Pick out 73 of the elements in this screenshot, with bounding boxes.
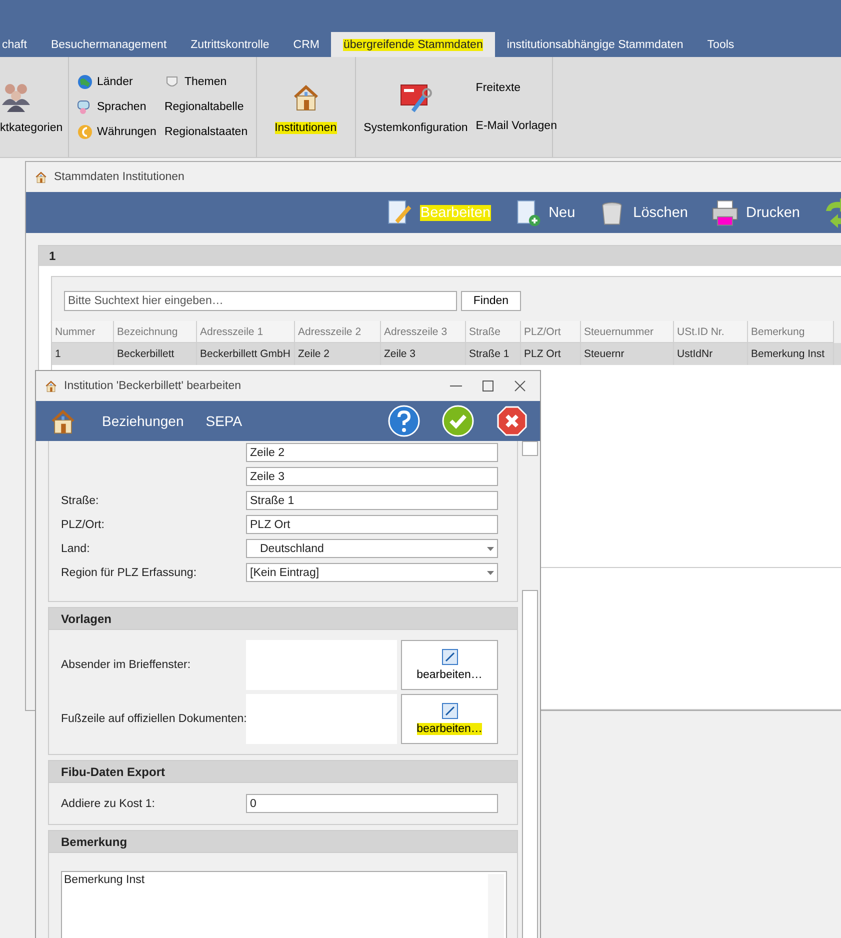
ribbon-tab[interactable]: Besuchermanagement — [38, 32, 179, 57]
panel-header: 1 — [39, 246, 841, 266]
help-icon[interactable] — [388, 405, 420, 437]
close-icon[interactable] — [514, 380, 526, 392]
ribbon-tab[interactable]: CRM — [281, 32, 332, 57]
ribbon-tab[interactable]: chaft — [0, 32, 39, 57]
pencil-icon — [442, 703, 458, 719]
edit-button[interactable]: bearbeiten… — [401, 640, 498, 690]
dropdown-arrow-icon[interactable] — [487, 546, 494, 550]
find-button[interactable]: Finden — [461, 291, 521, 311]
field-label: Straße: — [61, 494, 100, 506]
ribbon-button[interactable]: Regionaltabelle — [164, 96, 248, 118]
column-header[interactable]: Bezeichnung — [114, 321, 197, 343]
edit-button[interactable]: bearbeiten… — [401, 694, 498, 744]
ribbon-button[interactable]: Institutionen — [274, 80, 337, 134]
toolbar-button[interactable]: Neu — [512, 198, 576, 228]
ribbon-button[interactable]: Freitexte — [476, 77, 557, 99]
ribbon-button[interactable]: Themen — [164, 71, 248, 93]
column-header[interactable]: Steuernummer — [581, 321, 674, 343]
field-label: Land: — [61, 542, 91, 554]
field-label: Addiere zu Kost 1: — [61, 798, 156, 810]
coin-icon — [77, 124, 93, 140]
field-label: PLZ/Ort: — [61, 518, 106, 530]
column-header[interactable]: Nummer — [52, 321, 114, 343]
section-header: Bemerkung — [49, 831, 517, 853]
toolbar-button[interactable]: Löschen — [597, 198, 688, 228]
pencil-icon — [442, 649, 458, 665]
field-label: Fußzeile auf offiziellen Dokumenten: — [61, 713, 246, 725]
globe-icon — [77, 74, 93, 90]
column-header[interactable]: Bemerkung — [748, 321, 834, 343]
input-field[interactable]: Zeile 3 — [246, 467, 498, 486]
ribbon-tab[interactable]: institutionsabhängige Stammdaten — [494, 32, 696, 57]
section-header: Vorlagen — [49, 608, 517, 630]
dropdown-field[interactable]: [Kein Eintrag] — [246, 563, 498, 582]
dialog-title: Institution 'Beckerbillett' bearbeiten — [64, 380, 241, 392]
house-icon — [34, 170, 48, 184]
ribbon-button[interactable]: Sprachen — [77, 96, 156, 118]
dialog-tab[interactable]: SEPA — [206, 413, 242, 429]
ribbon-button[interactable]: ktkategorien — [0, 80, 63, 134]
section-header: Fibu-Daten Export — [49, 761, 517, 783]
text-area[interactable]: Bemerkung Inst — [61, 871, 507, 938]
ribbon-button[interactable]: Systemkonfiguration — [364, 80, 468, 134]
search-field[interactable]: Bitte Suchtext hier eingeben… — [64, 291, 457, 311]
input-field[interactable]: PLZ Ort — [246, 515, 498, 534]
ribbon-button[interactable]: Länder — [77, 71, 156, 93]
column-header[interactable]: Adresszeile 1 — [197, 321, 295, 343]
table-row[interactable]: 1 Beckerbillett Beckerbillett GmbH Zeile 2 Zeile 3 Straße 1 PLZ Ort Steuernr UstIdNr Bemerkung Inst — [52, 343, 841, 365]
column-header[interactable]: Straße — [466, 321, 521, 343]
column-header[interactable]: Adresszeile 2 — [295, 321, 381, 343]
ribbon-tab[interactable]: Zutrittskontrolle — [178, 32, 282, 57]
column-header[interactable]: Adresszeile 3 — [381, 321, 466, 343]
column-header[interactable]: PLZ/Ort — [521, 321, 581, 343]
scrollbar[interactable] — [522, 441, 538, 938]
column-header[interactable]: USt.ID Nr. — [674, 321, 748, 343]
ribbon-button[interactable]: Regionalstaaten — [164, 121, 248, 143]
printer-icon — [710, 198, 740, 228]
house-icon — [44, 379, 58, 393]
dropdown-arrow-icon[interactable] — [487, 570, 494, 574]
field-label: Absender im Brieffenster: — [61, 659, 192, 671]
dialog-tab[interactable]: Beziehungen — [102, 413, 184, 429]
input-field[interactable]: Straße 1 — [246, 491, 498, 510]
toolbar-button[interactable]: Drucken — [710, 198, 800, 228]
ribbon-tab[interactable]: Tools — [695, 32, 746, 57]
field-label: Region für PLZ Erfassung: — [61, 566, 198, 578]
ribbon-button[interactable]: Währungen — [77, 121, 156, 143]
dropdown-field[interactable]: Deutschland — [246, 539, 498, 558]
maximize-icon[interactable] — [482, 380, 494, 392]
checkmark-icon[interactable] — [442, 405, 474, 437]
input-field[interactable]: Zeile 2 — [246, 443, 498, 462]
ribbon-tab[interactable]: übergreifende Stammdaten — [331, 32, 495, 57]
window-title: Stammdaten Institutionen — [54, 171, 184, 183]
input-field[interactable]: 0 — [246, 794, 498, 813]
ribbon-button[interactable]: E-Mail Vorlagen — [476, 115, 557, 137]
